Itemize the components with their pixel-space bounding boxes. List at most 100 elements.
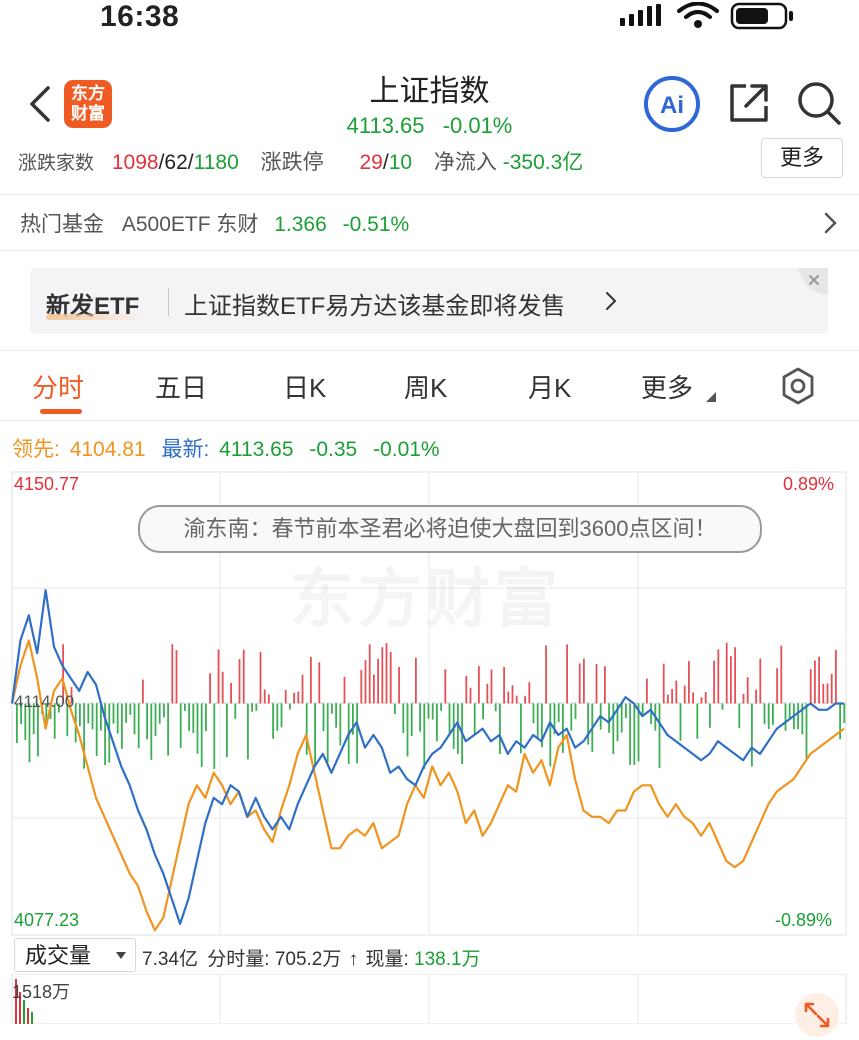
- flow-bar: [259, 651, 262, 704]
- flow-bar: [528, 682, 531, 704]
- flow-bar: [116, 703, 119, 734]
- index-change-pct: -0.01%: [442, 113, 513, 138]
- flow-bar: [604, 666, 606, 704]
- flow-bar: [629, 703, 631, 765]
- ai-icon[interactable]: Ai: [642, 74, 702, 134]
- flow-bar: [289, 703, 291, 710]
- divider: [0, 250, 859, 251]
- divider: [0, 194, 859, 195]
- flow-bar: [587, 703, 589, 745]
- search-icon[interactable]: [794, 78, 844, 128]
- flow-bar: [28, 703, 31, 763]
- flow-bar: [423, 703, 426, 769]
- flow-bar: [394, 703, 396, 714]
- tab-more[interactable]: 更多: [641, 368, 693, 405]
- chevron-right-icon: [606, 292, 617, 310]
- tab-five-day[interactable]: 五日: [155, 368, 207, 405]
- latest-label: 最新:: [161, 438, 210, 461]
- flow-bar: [196, 703, 199, 754]
- promo-banner[interactable]: 新发ETF 上证指数ETF易方达该基金即将发售: [30, 268, 828, 334]
- flow-bar: [549, 703, 552, 767]
- comment-bubble[interactable]: 渝东南：春节前本圣君必将迫使大盘回到3600点区间！: [138, 505, 762, 553]
- banner-divider: [168, 288, 169, 316]
- flow-bar: [650, 703, 652, 725]
- status-time: 16:38: [100, 0, 180, 33]
- flow-bar: [188, 703, 190, 731]
- flow-bar: [448, 703, 451, 733]
- flow-bar: [263, 689, 266, 704]
- more-button[interactable]: 更多: [761, 138, 843, 178]
- tab-intraday[interactable]: 分时: [32, 368, 84, 405]
- flow-bar: [163, 703, 165, 718]
- change-pct: -0.01%: [373, 438, 440, 461]
- flow-bar: [511, 685, 514, 704]
- pct-top-label: 0.89%: [783, 474, 835, 494]
- share-icon[interactable]: [726, 80, 772, 126]
- flow-bar: [91, 703, 94, 730]
- divider: [0, 350, 859, 351]
- tab-weekly-k[interactable]: 周K: [404, 368, 447, 405]
- flow-bar: [314, 703, 316, 766]
- flow-bar: [373, 674, 375, 704]
- flow-bar: [415, 657, 417, 704]
- hot-fund-name: A500ETF 东财: [121, 213, 259, 236]
- flow-bar: [87, 703, 90, 724]
- flow-bar: [427, 703, 430, 719]
- flow-bar: [469, 687, 472, 704]
- flow-bar: [339, 703, 342, 746]
- flow-bar: [515, 695, 518, 704]
- flow-bar: [755, 689, 757, 704]
- flow-bar: [251, 703, 253, 712]
- chevron-right-icon[interactable]: [822, 210, 840, 236]
- pct-bottom-label: -0.89%: [775, 910, 833, 930]
- tab-daily-k[interactable]: 日K: [283, 368, 326, 405]
- volume-selector[interactable]: 成交量: [14, 938, 136, 972]
- flow-bar: [704, 692, 707, 704]
- limit-up-count: 29: [359, 151, 383, 174]
- settings-gear-icon[interactable]: [778, 366, 818, 406]
- flow-bar: [545, 645, 547, 704]
- flow-bar: [167, 703, 169, 756]
- current-volume-label: 现量:: [365, 949, 409, 970]
- flow-bar: [440, 703, 442, 711]
- flow-bar: [297, 691, 300, 704]
- flow-bar: [486, 683, 489, 704]
- flow-bar: [784, 703, 787, 731]
- y-axis-mid-label: 4114.00: [14, 692, 75, 711]
- minute-volume-value: 705.2万: [274, 949, 342, 970]
- flow-bar: [679, 703, 682, 741]
- flow-bar: [751, 703, 753, 767]
- flow-bar: [818, 656, 820, 704]
- flow-bar: [217, 649, 220, 704]
- flow-bar: [158, 703, 161, 724]
- flow-bar: [230, 683, 232, 704]
- flow-bar: [364, 660, 367, 704]
- current-volume-value: 138.1万: [414, 949, 481, 970]
- flow-bar: [696, 703, 699, 739]
- flow-bar: [746, 677, 749, 704]
- close-icon[interactable]: [798, 268, 828, 294]
- lead-value: 4104.81: [69, 438, 146, 461]
- flow-bar: [738, 703, 741, 729]
- tab-monthly-k[interactable]: 月K: [528, 368, 571, 405]
- flow-bar: [772, 703, 774, 725]
- flow-bar: [389, 651, 392, 704]
- expand-icon[interactable]: [792, 990, 842, 1040]
- flow-bar: [721, 703, 724, 710]
- flow-bar: [356, 703, 358, 764]
- flow-bar: [658, 703, 661, 769]
- flow-bar: [318, 662, 321, 704]
- flow-bar: [683, 685, 686, 704]
- flow-bar: [574, 703, 577, 720]
- flow-bar: [725, 642, 728, 704]
- hot-fund-row[interactable]: 热门基金 A500ETF 东财 1.366 -0.51%: [20, 208, 840, 238]
- flow-bar: [709, 703, 711, 728]
- flow-bar: [192, 703, 195, 734]
- flow-bar: [814, 660, 816, 704]
- flow-bar: [826, 683, 829, 704]
- limit-label: 涨跌停: [260, 151, 324, 174]
- dropdown-triangle-icon: [706, 392, 716, 402]
- flow-bar: [301, 674, 304, 704]
- flow-bar: [121, 703, 123, 749]
- volume-selector-label: 成交量: [25, 943, 92, 968]
